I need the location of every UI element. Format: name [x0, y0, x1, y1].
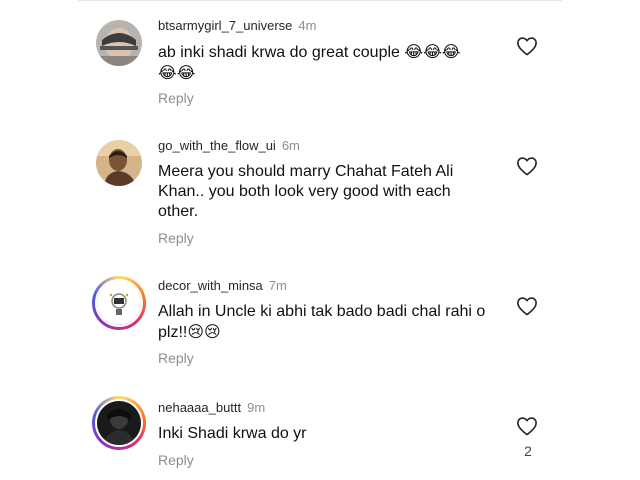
avatar-photo — [96, 20, 142, 66]
heart-outline-icon[interactable] — [516, 156, 538, 176]
laughing-emoji-icon: 😂😂 — [158, 63, 196, 82]
comment-username[interactable]: btsarmygirl_7_universe — [158, 18, 292, 33]
reply-button[interactable]: Reply — [158, 452, 194, 468]
comment-time: 9m — [247, 400, 266, 415]
avatar-photo — [97, 401, 141, 445]
comment-text: Inki Shadi krwa do yr — [158, 425, 307, 442]
avatar-inner — [95, 279, 143, 327]
comment-meta: decor_with_minsa 7m — [158, 278, 287, 293]
reply-button[interactable]: Reply — [158, 90, 194, 106]
comment-text: Allah in Uncle ki abhi tak bado badi cha… — [158, 303, 486, 341]
comment-text: ab inki shadi krwa do great couple 😂😂😂 😂😂 — [158, 42, 461, 82]
comment-item: decor_with_minsa 7m Allah in Uncle ki abh… — [0, 260, 640, 380]
avatar[interactable] — [92, 276, 146, 330]
heart-outline-icon[interactable] — [516, 416, 538, 436]
avatar[interactable] — [92, 396, 146, 450]
avatar-inner — [95, 399, 143, 447]
comment-meta: btsarmygirl_7_universe 4m — [158, 18, 316, 33]
like-count[interactable]: 2 — [518, 443, 538, 459]
comment-username[interactable]: nehaaaa_buttt — [158, 400, 241, 415]
comment-time: 7m — [268, 278, 287, 293]
laughing-emoji-icon: 😂😂😂 — [404, 42, 461, 61]
avatar-logo — [97, 281, 141, 325]
comment-item: go_with_the_flow_ui 6m Meera you should m… — [0, 120, 640, 260]
comment-username[interactable]: go_with_the_flow_ui — [158, 138, 276, 153]
comment-text: Meera you should marry Chahat Fateh Ali … — [158, 163, 454, 220]
reply-button[interactable]: Reply — [158, 350, 194, 366]
avatar[interactable] — [96, 140, 142, 186]
heart-outline-icon[interactable] — [516, 36, 538, 56]
comment-time: 6m — [281, 138, 300, 153]
avatar[interactable] — [96, 20, 142, 66]
comment-meta: go_with_the_flow_ui 6m — [158, 138, 300, 153]
comment-username[interactable]: decor_with_minsa — [158, 278, 263, 293]
avatar-photo — [96, 140, 142, 186]
comment-item: nehaaaa_buttt 9m Inki Shadi krwa do yr Re… — [0, 380, 640, 480]
comment-meta: nehaaaa_buttt 9m — [158, 400, 265, 415]
comment-time: 4m — [298, 18, 317, 33]
crying-emoji-icon: 😢😢 — [187, 322, 221, 341]
heart-outline-icon[interactable] — [516, 296, 538, 316]
reply-button[interactable]: Reply — [158, 230, 194, 246]
comment-item: btsarmygirl_7_universe 4m ab inki shadi k… — [0, 0, 640, 120]
